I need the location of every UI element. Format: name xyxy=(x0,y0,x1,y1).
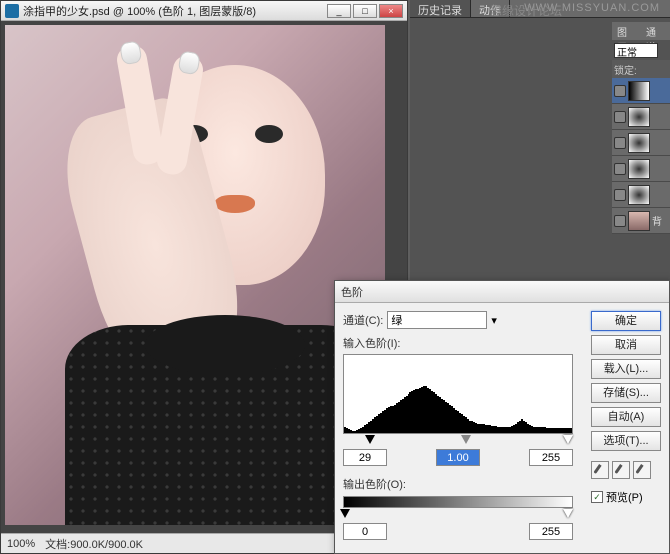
close-button[interactable]: × xyxy=(379,4,403,18)
lock-row: 锁定: xyxy=(612,60,670,78)
input-white-field[interactable] xyxy=(529,449,573,466)
preview-checkbox[interactable]: ✓ xyxy=(591,491,603,503)
black-point-handle[interactable] xyxy=(365,435,375,444)
layer-thumb xyxy=(628,211,650,231)
output-white-field[interactable] xyxy=(529,523,573,540)
input-gamma-field[interactable] xyxy=(436,449,480,466)
app-icon xyxy=(5,4,19,18)
visibility-icon[interactable] xyxy=(614,137,626,149)
layer-row[interactable] xyxy=(612,78,670,104)
zoom-level[interactable]: 100% xyxy=(7,538,35,550)
doc-size: 文档:900.0K/900.0K xyxy=(45,536,143,552)
document-title: 涂指甲的少女.psd @ 100% (色阶 1, 图层蒙版/8) xyxy=(23,3,327,19)
layer-row[interactable]: 背 xyxy=(612,208,670,234)
options-button[interactable]: 选项(T)... xyxy=(591,431,661,451)
out-white-handle[interactable] xyxy=(563,509,573,518)
tab-layers[interactable]: 图层 xyxy=(612,22,641,40)
tab-channels[interactable]: 通道 xyxy=(641,22,670,40)
layer-thumb xyxy=(628,81,650,101)
levels-dialog: 色阶 通道(C): 绿 ▾ 输入色阶(I): 输出色阶(O): xyxy=(334,280,670,554)
input-slider[interactable] xyxy=(343,435,573,447)
visibility-icon[interactable] xyxy=(614,163,626,175)
layer-row[interactable] xyxy=(612,182,670,208)
output-gradient xyxy=(343,496,573,508)
photo-content xyxy=(5,25,385,525)
ok-button[interactable]: 确定 xyxy=(591,311,661,331)
visibility-icon[interactable] xyxy=(614,85,626,97)
layer-thumb xyxy=(628,159,650,179)
save-button[interactable]: 存储(S)... xyxy=(591,383,661,403)
input-levels-label: 输入色阶(I): xyxy=(343,335,583,351)
chevron-down-icon[interactable]: ▾ xyxy=(491,314,497,327)
layer-row[interactable] xyxy=(612,156,670,182)
gray-eyedropper-icon[interactable] xyxy=(612,461,630,479)
cancel-button[interactable]: 取消 xyxy=(591,335,661,355)
dialog-title[interactable]: 色阶 xyxy=(335,281,669,303)
black-eyedropper-icon[interactable] xyxy=(591,461,609,479)
layer-row[interactable] xyxy=(612,104,670,130)
layers-panel: 图层 通道 正常 锁定: 背 xyxy=(612,22,670,282)
histogram xyxy=(343,354,573,434)
title-bar[interactable]: 涂指甲的少女.psd @ 100% (色阶 1, 图层蒙版/8) _ □ × xyxy=(1,1,407,21)
output-levels-label: 输出色阶(O): xyxy=(343,476,583,492)
maximize-button[interactable]: □ xyxy=(353,4,377,18)
tab-history[interactable]: 历史记录 xyxy=(410,0,471,17)
visibility-icon[interactable] xyxy=(614,111,626,123)
layer-thumb xyxy=(628,185,650,205)
preview-label: 预览(P) xyxy=(606,489,643,505)
visibility-icon[interactable] xyxy=(614,215,626,227)
output-slider[interactable] xyxy=(343,509,573,521)
white-point-handle[interactable] xyxy=(563,435,573,444)
auto-button[interactable]: 自动(A) xyxy=(591,407,661,427)
layer-row[interactable] xyxy=(612,130,670,156)
channel-label: 通道(C): xyxy=(343,312,383,328)
watermark-text: 思缘设计论坛 xyxy=(490,2,562,19)
visibility-icon[interactable] xyxy=(614,189,626,201)
out-black-handle[interactable] xyxy=(340,509,350,518)
blend-mode-select[interactable]: 正常 xyxy=(614,43,658,58)
document-canvas[interactable] xyxy=(5,25,385,525)
white-eyedropper-icon[interactable] xyxy=(633,461,651,479)
gamma-handle[interactable] xyxy=(461,435,471,444)
output-black-field[interactable] xyxy=(343,523,387,540)
layer-label: 背 xyxy=(652,213,662,228)
minimize-button[interactable]: _ xyxy=(327,4,351,18)
load-button[interactable]: 载入(L)... xyxy=(591,359,661,379)
input-black-field[interactable] xyxy=(343,449,387,466)
layer-thumb xyxy=(628,107,650,127)
layer-thumb xyxy=(628,133,650,153)
channel-select[interactable]: 绿 xyxy=(387,311,487,329)
